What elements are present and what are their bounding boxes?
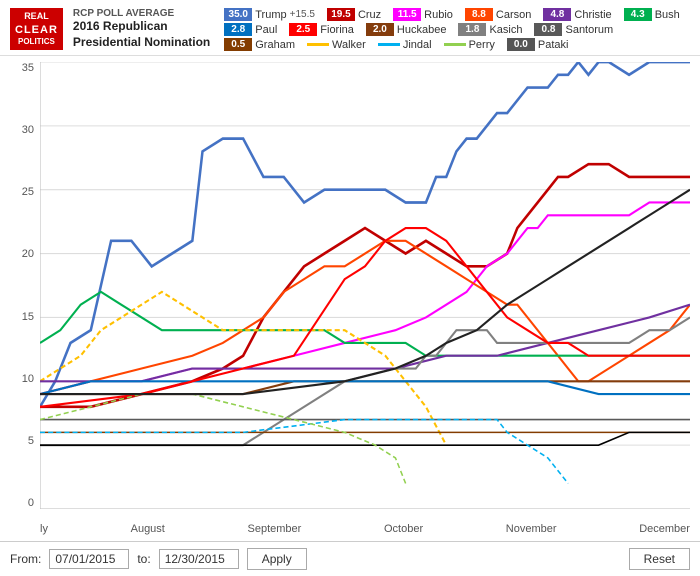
y-15: 15 xyxy=(22,311,34,323)
fiorina-label: Fiorina xyxy=(320,24,354,36)
legend-santorum: 0.8 Santorum xyxy=(534,23,613,36)
legend-fiorina: 2.5 Fiorina xyxy=(289,23,354,36)
y-0: 0 xyxy=(28,497,34,509)
perry-line xyxy=(40,394,406,483)
rubio-label: Rubio xyxy=(424,9,453,21)
kasich-label: Kasich xyxy=(489,24,522,36)
huckabee-badge: 2.0 xyxy=(366,23,394,36)
y-10: 10 xyxy=(22,373,34,385)
to-label: to: xyxy=(137,552,150,566)
legend: 35.0 Trump +15.5 19.5 Cruz 11.5 Rubio 8.… xyxy=(224,8,690,51)
x-july: ly xyxy=(40,523,48,535)
santorum-badge: 0.8 xyxy=(534,23,562,36)
y-20: 20 xyxy=(22,248,34,260)
legend-cruz: 19.5 Cruz xyxy=(327,8,381,21)
apply-button[interactable]: Apply xyxy=(247,548,307,570)
jindal-dash xyxy=(378,43,400,46)
bush-line xyxy=(40,292,690,356)
santorum-label: Santorum xyxy=(565,24,613,36)
logo-line1: REAL xyxy=(15,11,58,23)
carson-badge: 8.8 xyxy=(465,8,493,21)
from-date-input[interactable] xyxy=(49,549,129,569)
carson-label: Carson xyxy=(496,9,531,21)
graham-badge: 0.5 xyxy=(224,38,252,51)
pataki-label: Pataki xyxy=(538,39,569,51)
cruz-label: Cruz xyxy=(358,9,381,21)
x-october: October xyxy=(384,523,423,535)
y-30: 30 xyxy=(22,124,34,136)
cruz-badge: 19.5 xyxy=(327,8,355,21)
x-september: September xyxy=(248,523,302,535)
paul-label: Paul xyxy=(255,24,277,36)
reset-button[interactable]: Reset xyxy=(629,548,690,570)
x-november: November xyxy=(506,523,557,535)
walker-dash xyxy=(307,43,329,46)
rubio-line xyxy=(40,202,690,394)
fiorina-badge: 2.5 xyxy=(289,23,317,36)
legend-walker: Walker xyxy=(307,38,366,51)
from-label: From: xyxy=(10,552,41,566)
bush-badge: 4.3 xyxy=(624,8,652,21)
legend-christie: 4.8 Christie xyxy=(543,8,611,21)
legend-paul: 2.8 Paul xyxy=(224,23,277,36)
bush-label: Bush xyxy=(655,9,680,21)
legend-kasich: 1.8 Kasich xyxy=(458,23,522,36)
legend-graham: 0.5 Graham xyxy=(224,38,295,51)
chart-area: 35 30 25 20 15 10 5 0 xyxy=(0,56,700,541)
paul-badge: 2.8 xyxy=(224,23,252,36)
walker-label: Walker xyxy=(332,39,366,51)
to-date-input[interactable] xyxy=(159,549,239,569)
x-august: August xyxy=(131,523,165,535)
title-section: RCP POLL AVERAGE 2016 RepublicanPresiden… xyxy=(73,8,210,50)
perry-dash xyxy=(444,43,466,46)
christie-label: Christie xyxy=(574,9,611,21)
pataki-badge: 0.0 xyxy=(507,38,535,51)
black-line xyxy=(40,190,690,394)
trump-label: Trump xyxy=(255,9,286,21)
logo: REAL CLEAR POLITICS xyxy=(10,8,63,50)
legend-rubio: 11.5 Rubio xyxy=(393,8,453,21)
legend-carson: 8.8 Carson xyxy=(465,8,531,21)
y-35: 35 xyxy=(22,62,34,74)
x-axis: ly August September October November Dec… xyxy=(40,523,690,535)
legend-trump: 35.0 Trump +15.5 xyxy=(224,8,315,21)
christie-badge: 4.8 xyxy=(543,8,571,21)
legend-jindal: Jindal xyxy=(378,38,432,51)
pataki-line xyxy=(40,432,690,445)
perry-label: Perry xyxy=(469,39,495,51)
footer: From: to: Apply Reset xyxy=(0,541,700,576)
rcp-label: RCP POLL AVERAGE xyxy=(73,8,210,19)
logo-line2: CLEAR xyxy=(15,23,58,37)
y-25: 25 xyxy=(22,186,34,198)
graham-label: Graham xyxy=(255,39,295,51)
chart-svg xyxy=(40,62,690,509)
huckabee-label: Huckabee xyxy=(397,24,447,36)
y-axis: 35 30 25 20 15 10 5 0 xyxy=(0,62,38,509)
jindal-line xyxy=(40,420,568,484)
legend-pataki: 0.0 Pataki xyxy=(507,38,569,51)
y-5: 5 xyxy=(28,435,34,447)
kasich-badge: 1.8 xyxy=(458,23,486,36)
paul-line xyxy=(40,381,690,394)
trump-badge: 35.0 xyxy=(224,8,252,21)
logo-line3: POLITICS xyxy=(15,37,58,47)
main-container: REAL CLEAR POLITICS RCP POLL AVERAGE 201… xyxy=(0,0,700,576)
jindal-label: Jindal xyxy=(403,39,432,51)
trump-change: +15.5 xyxy=(290,9,315,20)
legend-huckabee: 2.0 Huckabee xyxy=(366,23,447,36)
header: REAL CLEAR POLITICS RCP POLL AVERAGE 201… xyxy=(0,0,700,56)
legend-perry: Perry xyxy=(444,38,495,51)
chart-title: 2016 RepublicanPresidential Nomination xyxy=(73,19,210,50)
x-december: December xyxy=(639,523,690,535)
legend-bush: 4.3 Bush xyxy=(624,8,680,21)
rubio-badge: 11.5 xyxy=(393,8,421,21)
